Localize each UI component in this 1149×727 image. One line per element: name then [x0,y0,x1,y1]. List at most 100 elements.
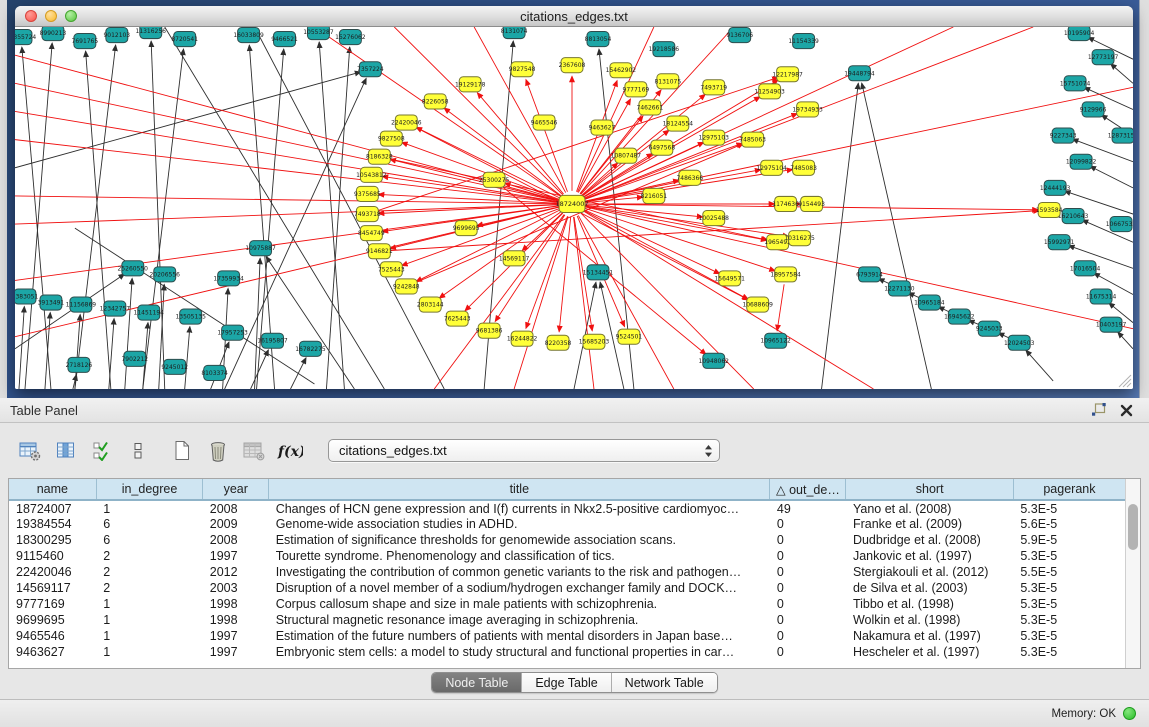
delete-trash-icon[interactable] [204,438,231,464]
cell-out_degree[interactable]: 0 [770,532,846,548]
graph-node[interactable]: 10403197 [1096,317,1127,332]
cell-name[interactable]: 14569117 [9,580,96,596]
graph-node[interactable]: 7485063 [739,132,766,147]
cell-name[interactable]: 9115460 [9,548,96,564]
graph-node[interactable]: 8131075 [655,74,682,89]
column-header-pagerank[interactable]: pagerank [1013,479,1125,500]
graph-node[interactable]: 17359934 [213,271,244,286]
cell-pagerank[interactable]: 5.6E-5 [1013,516,1125,532]
graph-node[interactable]: 10667533 [1106,217,1133,232]
graph-node[interactable]: 8813054 [585,32,612,47]
column-header-short[interactable]: short [846,479,1013,500]
cell-pagerank[interactable]: 5.3E-5 [1013,644,1125,660]
close-window-button[interactable] [25,10,37,22]
graph-node[interactable]: 9245033 [976,321,1003,336]
graph-node[interactable]: 25300275 [479,172,510,187]
graph-node[interactable]: 14569117 [499,251,530,266]
graph-node[interactable]: 16244822 [507,331,538,346]
graph-node[interactable]: 17957253 [217,325,248,340]
cell-in_degree[interactable]: 1 [96,644,203,660]
graph-node[interactable]: 11675314 [1086,289,1117,304]
table-row[interactable]: 977716911998Corpus callosum shape and si… [9,596,1125,612]
graph-node[interactable]: 8990213 [40,27,67,41]
table-scrollbar[interactable] [1125,479,1140,668]
cell-in_degree[interactable]: 2 [96,564,203,580]
cell-year[interactable]: 1997 [203,644,269,660]
graph-node[interactable]: 9136706 [726,28,753,43]
minimize-window-button[interactable] [45,10,57,22]
graph-node[interactable]: 12444193 [1040,180,1071,195]
graph-node[interactable]: 10195904 [1064,27,1095,41]
window-resize-grip-icon[interactable] [1116,372,1132,388]
graph-node[interactable]: 12217987 [772,67,803,82]
graph-node[interactable]: 15751074 [1060,76,1091,91]
graph-node[interactable]: 15462902 [606,63,637,78]
cell-title[interactable]: Changes of HCN gene expression and I(f) … [269,500,770,516]
graph-node[interactable]: 10688609 [742,297,773,312]
cell-short[interactable]: Tibbo et al. (1998) [846,596,1013,612]
graph-node[interactable]: 2718126 [66,357,93,372]
graph-node[interactable]: 10316275 [784,231,815,246]
graph-node[interactable]: 22420046 [391,115,422,130]
select-all-rows-icon[interactable] [88,438,115,464]
cell-pagerank[interactable]: 5.3E-5 [1013,628,1125,644]
graph-node[interactable]: 10543812 [356,167,387,182]
column-pair-icon[interactable] [124,438,151,464]
cell-in_degree[interactable]: 1 [96,500,203,516]
cell-name[interactable]: 19384554 [9,516,96,532]
cell-pagerank[interactable]: 5.5E-5 [1013,564,1125,580]
graph-node[interactable]: 8186328 [366,149,393,164]
cell-short[interactable]: Yano et al. (2008) [846,500,1013,516]
cell-title[interactable]: Tourette syndrome. Phenomenology and cla… [269,548,770,564]
cell-year[interactable]: 1997 [203,628,269,644]
graph-node[interactable]: 9383051 [15,289,38,304]
graph-node[interactable]: 11316256 [136,27,167,39]
cell-year[interactable]: 2012 [203,564,269,580]
cell-name[interactable]: 22420046 [9,564,96,580]
cell-out_degree[interactable]: 0 [770,612,846,628]
cell-year[interactable]: 2003 [203,580,269,596]
cell-out_degree[interactable]: 0 [770,596,846,612]
graph-node[interactable]: 10025488 [699,211,730,226]
graph-node[interactable]: 8220358 [545,335,572,350]
cell-in_degree[interactable]: 1 [96,612,203,628]
close-panel-icon[interactable] [1120,404,1133,417]
graph-node[interactable]: 8216051 [641,188,668,203]
graph-node[interactable]: 9245012 [161,359,188,374]
cell-title[interactable]: Estimation of the future numbers of pati… [269,628,770,644]
graph-node[interactable]: 9463627 [589,120,616,135]
graph-node[interactable]: 19129178 [455,77,486,92]
cell-short[interactable]: Franke et al. (2009) [846,516,1013,532]
graph-node[interactable]: 15685203 [579,334,610,349]
graph-node[interactable]: 10965122 [760,333,791,348]
graph-node[interactable]: 9146821 [366,244,393,259]
graph-node[interactable]: 19448794 [844,66,875,81]
memory-ok-indicator-icon[interactable] [1123,707,1136,720]
graph-node[interactable]: 9827508 [378,131,405,146]
graph-node[interactable]: 16033809 [233,28,264,43]
graph-node[interactable]: 9777169 [623,82,650,97]
graph-node[interactable]: 10965184 [914,295,945,310]
graph-node[interactable]: 19218586 [649,42,680,57]
cell-name[interactable]: 9777169 [9,596,96,612]
graph-node[interactable]: 20206556 [150,267,181,282]
graph-node[interactable]: 8720541 [171,32,198,47]
graph-node[interactable]: 2803144 [417,297,444,312]
table-row[interactable]: 2242004622012Investigating the contribut… [9,564,1125,580]
graph-node[interactable]: 11154339 [788,34,819,49]
graph-node[interactable]: 10553287 [303,27,334,40]
graph-node[interactable]: 10948062 [699,353,730,368]
cell-year[interactable]: 1998 [203,596,269,612]
graph-node[interactable]: 12024503 [1004,335,1035,350]
graph-node[interactable]: 7902212 [121,351,148,366]
tab-edge-table[interactable]: Edge Table [522,673,611,692]
cell-name[interactable]: 9699695 [9,612,96,628]
graph-node[interactable]: 1174636 [772,196,799,211]
cell-title[interactable]: Investigating the contribution of common… [269,564,770,580]
graph-node[interactable]: 9699695 [453,221,480,236]
cell-out_degree[interactable]: 0 [770,628,846,644]
table-row[interactable]: 1830029562008Estimation of significance … [9,532,1125,548]
cell-pagerank[interactable]: 5.3E-5 [1013,612,1125,628]
graph-node[interactable]: 10807487 [611,148,642,163]
graph-node[interactable]: 9375685 [354,186,381,201]
